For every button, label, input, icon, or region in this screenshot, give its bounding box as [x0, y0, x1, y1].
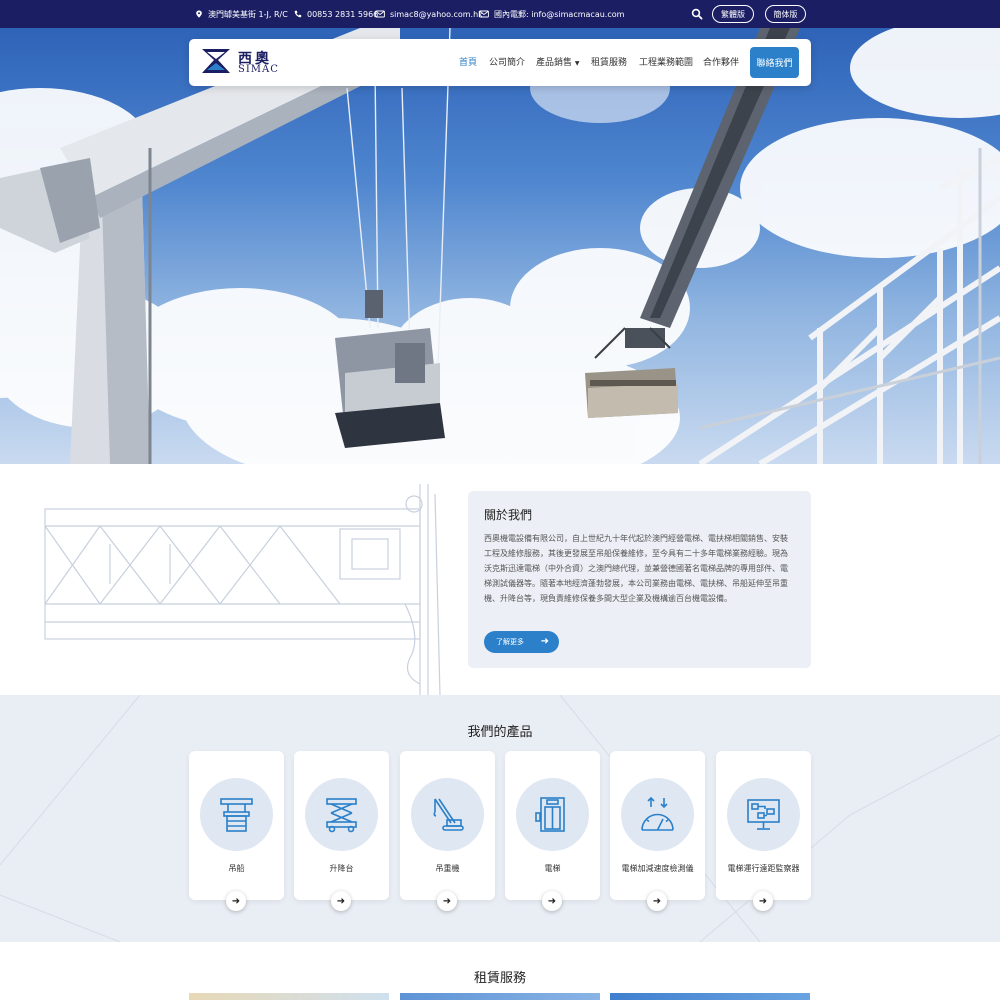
speed-gauge-icon	[641, 796, 674, 831]
product-card-speed-gauge[interactable]: 電梯加減速度檢測儀 ➜	[610, 751, 705, 911]
nav-home[interactable]: 首頁	[459, 55, 477, 68]
location-pin-icon	[196, 10, 202, 18]
phone-info[interactable]: 00853 2831 5966	[294, 0, 378, 28]
phone-icon	[294, 10, 302, 18]
email-cn-text: 國內電郵: info@simacmacau.com	[494, 9, 625, 19]
arrow-right-icon[interactable]: ➜	[226, 891, 246, 911]
rental-title: 租賃服務	[473, 971, 526, 986]
product-card-gondola[interactable]: 吊船 ➜	[189, 751, 284, 911]
site-logo[interactable]: 西奧 SIMAC	[200, 47, 278, 79]
about-description: 西奧機電設備有限公司，自上世紀九十年代起於澳門經營電梯、電扶梯相關銷售、安裝工程…	[484, 534, 788, 603]
about-card: 關於我們 西奧機電設備有限公司，自上世紀九十年代起於澳門經營電梯、電扶梯相關銷售…	[468, 491, 811, 668]
product-icon-circle	[621, 778, 694, 851]
products-section: 我們的產品 吊船 ➜ 升降台 ➜ 吊重機 ➜ 電梯 ➜ 電梯加減速度檢測儀 ➜ …	[0, 695, 1000, 942]
arrow-right-icon[interactable]: ➜	[331, 891, 351, 911]
address-info: 澳門罅美基街 1-J, R/C	[195, 0, 288, 28]
arrow-right-icon[interactable]: ➜	[437, 891, 457, 911]
top-info-bar: 澳門罅美基街 1-J, R/C 00853 2831 5966 simac8@y…	[0, 0, 1000, 28]
email-cn-info[interactable]: 國內電郵: info@simacmacau.com	[479, 0, 624, 28]
email-text: simac8@yahoo.com.hk	[390, 9, 483, 19]
product-icon-circle	[200, 778, 273, 851]
product-label: 電梯	[544, 864, 561, 873]
crane-icon	[433, 798, 464, 831]
mail-icon	[375, 10, 385, 18]
gondola-line-drawing	[44, 484, 441, 695]
traditional-chinese-button[interactable]: 繁體版	[712, 5, 754, 23]
about-title: 關於我們	[484, 508, 533, 522]
product-icon-circle	[516, 778, 589, 851]
rental-section: 租賃服務	[0, 942, 1000, 1000]
hero-gondola-illustration	[0, 28, 1000, 464]
product-card-elevator[interactable]: 電梯 ➜	[505, 751, 600, 911]
product-label: 升降台	[329, 864, 354, 873]
nav-about[interactable]: 公司簡介	[489, 55, 525, 68]
hero-banner	[0, 28, 1000, 464]
address-text: 澳門罅美基街 1-J, R/C	[208, 9, 288, 19]
arrow-right-icon[interactable]: ➜	[753, 891, 773, 911]
remote-monitor-icon	[747, 799, 780, 830]
product-icon-circle	[411, 778, 484, 851]
contact-us-button[interactable]: 聯絡我們	[750, 47, 799, 78]
rental-thumbnail[interactable]	[189, 993, 389, 1000]
products-title: 我們的產品	[467, 725, 533, 740]
scissor-lift-icon	[326, 798, 357, 833]
product-card-crane[interactable]: 吊重機 ➜	[400, 751, 495, 911]
caret-down-icon: ▼	[574, 60, 580, 67]
product-card-scissor-lift[interactable]: 升降台 ➜	[294, 751, 389, 911]
product-icon-circle	[727, 778, 800, 851]
nav-products-label: 產品銷售	[536, 58, 573, 68]
logo-english: SIMAC	[238, 64, 279, 75]
arrow-right-icon: ➜	[540, 636, 549, 647]
learn-more-button[interactable]: 了解更多 ➜	[484, 631, 559, 653]
product-label: 吊船	[228, 864, 245, 873]
rental-thumbnail[interactable]	[610, 993, 810, 1000]
mail-icon	[479, 10, 489, 18]
simplified-chinese-button[interactable]: 簡体版	[765, 5, 806, 23]
arrow-right-icon[interactable]: ➜	[647, 891, 667, 911]
nav-partners[interactable]: 合作夥伴	[703, 55, 739, 68]
nav-products[interactable]: 產品銷售 ▼	[536, 55, 580, 68]
product-card-remote-monitor[interactable]: 電梯運行遠距監察器 ➜	[716, 751, 811, 911]
simac-logo-icon	[202, 49, 230, 73]
gondola-icon	[220, 798, 253, 832]
nav-engineering[interactable]: 工程業務範圍	[639, 55, 693, 68]
search-icon[interactable]	[691, 8, 703, 20]
rental-thumbnail[interactable]	[400, 993, 600, 1000]
product-label: 電梯運行遠距監察器	[727, 864, 800, 873]
elevator-icon	[535, 797, 565, 832]
product-label: 電梯加減速度檢測儀	[621, 864, 694, 873]
phone-text: 00853 2831 5966	[307, 9, 379, 19]
arrow-right-icon[interactable]: ➜	[542, 891, 562, 911]
email-info[interactable]: simac8@yahoo.com.hk	[375, 0, 483, 28]
product-label: 吊重機	[435, 864, 460, 873]
main-navigation: 西奧 SIMAC 首頁 公司簡介 產品銷售 ▼ 租賃服務 工程業務範圍 合作夥伴…	[189, 39, 811, 86]
nav-rental[interactable]: 租賃服務	[591, 55, 627, 68]
product-icon-circle	[305, 778, 378, 851]
learn-more-label: 了解更多	[496, 638, 524, 646]
about-section: 關於我們 西奧機電設備有限公司，自上世紀九十年代起於澳門經營電梯、電扶梯相關銷售…	[0, 464, 1000, 695]
